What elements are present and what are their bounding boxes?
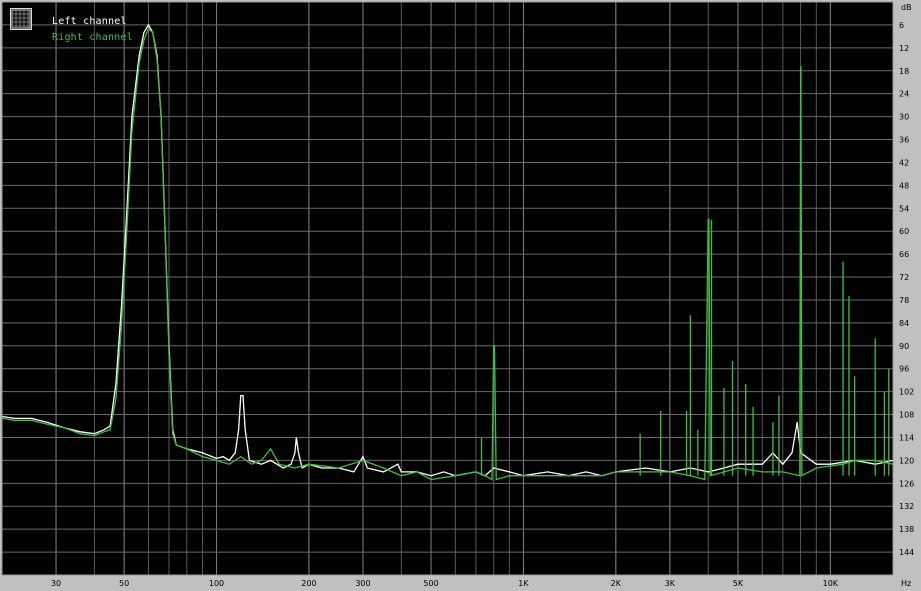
y-tick-label: 30 [899,113,909,122]
y-tick-label: 48 [899,181,909,190]
x-tick-label: 3K [665,579,676,588]
y-tick-label: 90 [899,342,909,351]
y-tick-label: 132 [899,502,914,511]
x-tick-label: 50 [119,579,129,588]
y-tick-label: 66 [899,250,909,259]
y-tick-label: 126 [899,479,914,488]
x-tick-label: 100 [209,579,224,588]
y-tick-label: 42 [899,158,909,167]
y-tick-label: 102 [899,388,914,397]
x-axis-unit: Hz [901,579,911,588]
y-tick-label: 78 [899,296,909,305]
legend-right-channel: Right channel [52,32,133,43]
y-tick-label: 54 [899,204,909,213]
x-tick-label: 200 [301,579,316,588]
x-tick-label: 1K [518,579,529,588]
x-tick-label: 500 [423,579,438,588]
x-tick-label: 10K [823,579,839,588]
y-tick-label: 96 [899,365,909,374]
y-tick-label: 72 [899,273,909,282]
y-tick-label: 120 [899,456,914,465]
y-tick-label: 114 [899,433,914,442]
grid-icon[interactable] [10,8,32,30]
y-tick-label: 84 [899,319,909,328]
x-tick-label: 2K [611,579,622,588]
y-tick-label: 60 [899,227,909,236]
legend-left-channel: Left channel [52,16,127,27]
y-axis-unit: dB [901,3,912,12]
y-tick-label: 36 [899,136,909,145]
spectrum-analyzer: dB 6 12 18 24 30 36 42 48 54 60 66 72 78 84 90 96 102 108 1… [0,0,921,591]
y-tick-label: 138 [899,525,914,534]
y-tick-label: 24 [899,90,909,99]
y-tick-label: 12 [899,44,909,53]
spectrum-chart: dB 6 12 18 24 30 36 42 48 54 60 66 72 78 84 90 96 102 108 1… [1,1,914,588]
y-tick-label: 6 [899,21,904,30]
legend: Left channel Right channel [10,8,150,43]
y-tick-label: 18 [899,67,909,76]
x-tick-label: 30 [51,579,61,588]
x-tick-label: 300 [355,579,370,588]
y-tick-label: 108 [899,411,914,420]
x-tick-label: 5K [733,579,744,588]
y-tick-label: 144 [899,548,914,557]
